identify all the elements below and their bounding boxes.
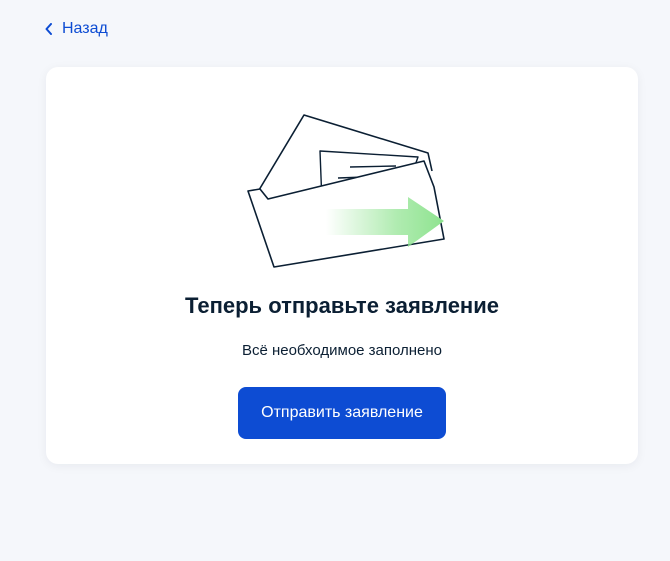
envelope-send-icon [247,114,445,268]
chevron-left-icon [45,23,52,35]
back-link-label: Назад [62,20,108,37]
submit-card: Теперь отправьте заявление Всё необходим… [46,67,638,464]
page-title: Теперь отправьте заявление [185,293,499,318]
submit-application-button[interactable]: Отправить заявление [238,387,446,439]
page-subtitle: Всё необходимое заполнено [241,342,443,359]
back-link[interactable]: Назад [44,20,108,38]
